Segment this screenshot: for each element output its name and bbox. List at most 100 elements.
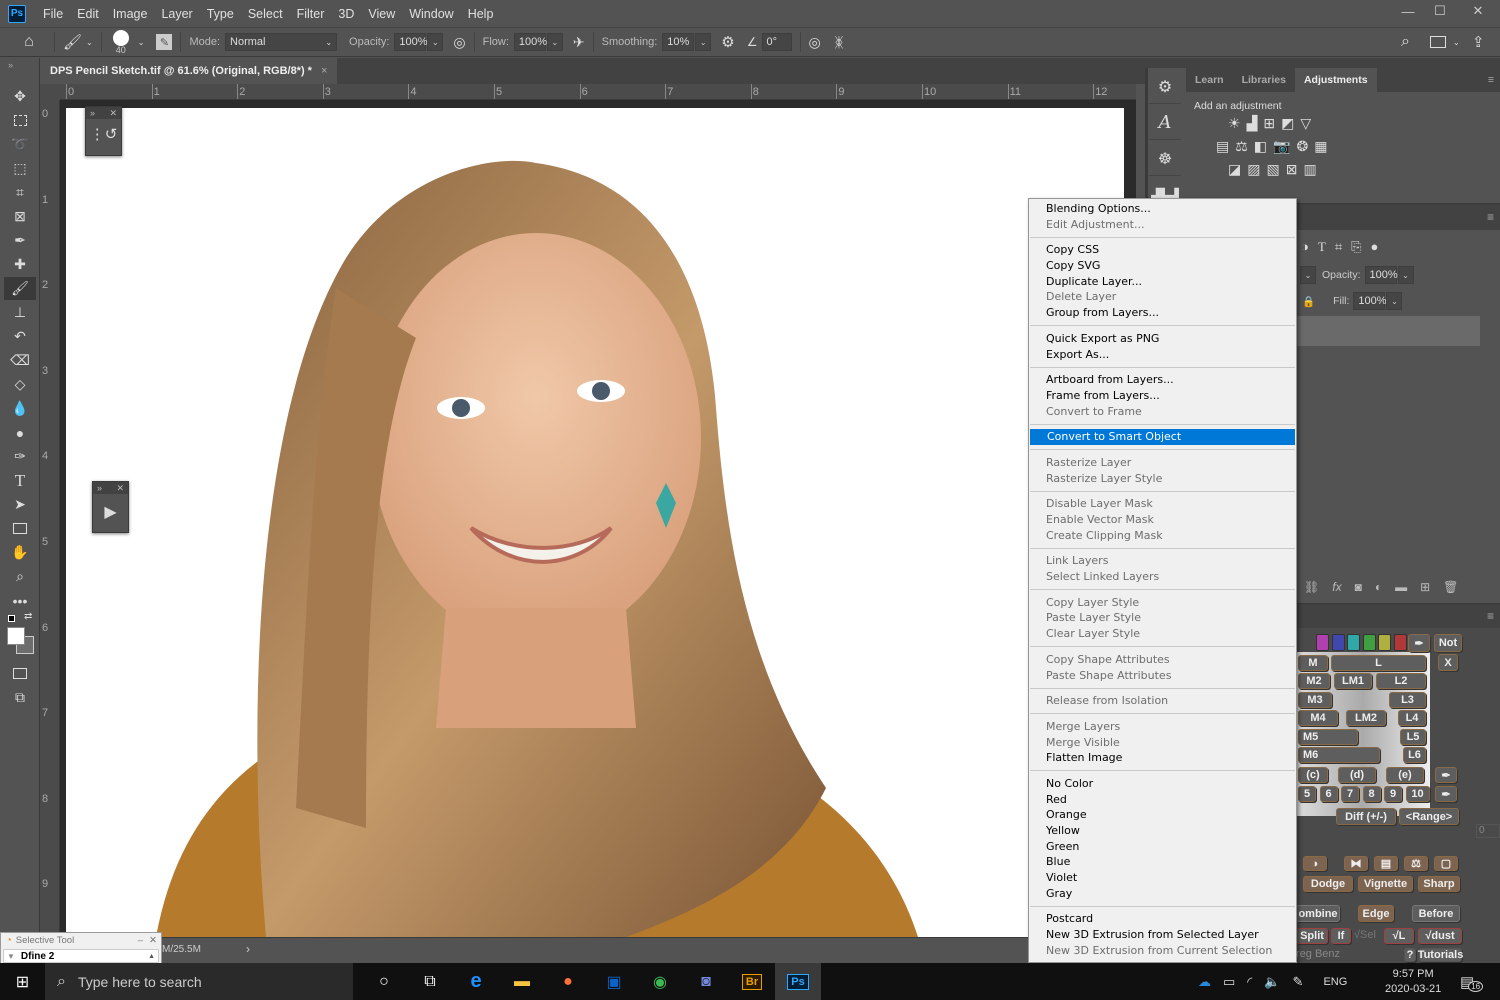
eraser-tool-icon[interactable]: ⌫ bbox=[4, 349, 36, 372]
mask-m6-button[interactable]: M6 bbox=[1298, 747, 1380, 763]
blur-tool-icon[interactable]: 💧 bbox=[4, 397, 36, 420]
healing-brush-tool-icon[interactable]: ✚ bbox=[4, 253, 36, 276]
panel-menu-icon[interactable]: ≡ bbox=[1487, 609, 1494, 623]
eyedropper-tool-icon[interactable]: ✒ bbox=[4, 229, 36, 252]
context-menu-item[interactable]: Group from Layers... bbox=[1029, 305, 1296, 321]
vignette-action-icon[interactable]: ⧓ bbox=[1344, 856, 1368, 871]
smoothing-options-gear-icon[interactable]: ⚙ bbox=[721, 33, 734, 51]
tutorials-button[interactable]: Tutorials bbox=[1418, 948, 1463, 962]
brush-tool-icon[interactable]: 🖌 bbox=[4, 277, 36, 300]
zone-eyedropper-button[interactable]: ✒ bbox=[1435, 786, 1457, 802]
move-tool-icon[interactable]: ✥ bbox=[4, 85, 36, 108]
default-colors-icon[interactable] bbox=[8, 615, 15, 622]
mask-l2-button[interactable]: L2 bbox=[1376, 673, 1426, 689]
expand-panel-icon[interactable]: » bbox=[90, 107, 95, 119]
smoothing-dropdown[interactable]: ⌄ bbox=[695, 33, 712, 51]
quick-selection-tool-icon[interactable]: ⬚ bbox=[4, 157, 36, 180]
expand-triangle-icon[interactable]: ▼ bbox=[7, 952, 15, 961]
outlook-icon[interactable]: ▣ bbox=[591, 963, 637, 1000]
menu-file[interactable]: File bbox=[36, 7, 70, 21]
context-menu-item[interactable]: New 3D Extrusion from Selected Layer bbox=[1029, 927, 1296, 943]
mask-m3-button[interactable]: M3 bbox=[1298, 692, 1332, 708]
frame-action-icon[interactable]: ▢ bbox=[1434, 856, 1458, 871]
combine-button[interactable]: ombine bbox=[1296, 905, 1340, 922]
pen-icon[interactable]: ✎ bbox=[1293, 974, 1304, 990]
type-tool-icon[interactable]: T bbox=[4, 469, 36, 492]
color-swatch-button[interactable] bbox=[1393, 634, 1407, 651]
vignette-button[interactable]: Vignette bbox=[1358, 876, 1413, 892]
paint-bucket-tool-icon[interactable]: ◇ bbox=[4, 373, 36, 396]
document-tab[interactable]: DPS Pencil Sketch.tif @ 61.6% (Original,… bbox=[40, 58, 338, 84]
mask-eyedropper-button[interactable]: ✒ bbox=[1435, 767, 1457, 783]
mask-m-button[interactable]: M bbox=[1298, 655, 1328, 671]
wifi-icon[interactable]: ◜ bbox=[1247, 974, 1252, 990]
sel-toggle[interactable]: √Sel bbox=[1354, 929, 1376, 941]
hand-tool-icon[interactable]: ✋ bbox=[4, 541, 36, 564]
vibrance-icon[interactable]: ▽ bbox=[1300, 115, 1311, 132]
file-explorer-icon[interactable]: ▬ bbox=[499, 963, 545, 1000]
x-button[interactable]: X bbox=[1438, 654, 1458, 671]
menu-filter[interactable]: Filter bbox=[290, 7, 332, 21]
dodge-tool-icon[interactable]: ● bbox=[4, 421, 36, 444]
mode-select[interactable]: Normal ⌄ bbox=[225, 33, 338, 51]
range-value[interactable]: 0 bbox=[1476, 824, 1500, 838]
dfine-item[interactable]: Dfine 2 bbox=[21, 951, 54, 962]
menu-type[interactable]: Type bbox=[200, 7, 241, 21]
close-window-button[interactable]: ✕ bbox=[1456, 0, 1500, 22]
panel-menu-icon[interactable]: ≡ bbox=[1488, 68, 1494, 92]
zone-button[interactable]: 7 bbox=[1341, 786, 1359, 802]
photoshop-taskbar-icon[interactable]: Ps bbox=[775, 963, 821, 1000]
context-menu-item[interactable]: Quick Export as PNG bbox=[1029, 331, 1296, 347]
layer-opacity-input[interactable]: 100% bbox=[1364, 266, 1398, 284]
firefox-icon[interactable]: ● bbox=[545, 963, 591, 1000]
task-view-icon[interactable]: ⧉ bbox=[407, 963, 453, 1000]
brush-size-picker[interactable]: 40 bbox=[110, 29, 132, 55]
new-layer-icon[interactable]: ⊞ bbox=[1420, 580, 1430, 594]
context-menu-item[interactable]: Flatten Image bbox=[1029, 750, 1296, 766]
path-selection-tool-icon[interactable]: ➤ bbox=[4, 493, 36, 516]
chevron-down-icon[interactable]: ⌄ bbox=[86, 38, 93, 47]
scroll-up-icon[interactable]: ▲ bbox=[148, 953, 155, 960]
zoom-tool-icon[interactable]: ⌕ bbox=[4, 565, 36, 588]
filter-smart-object-icon[interactable]: ⎘ bbox=[1351, 239, 1361, 255]
color-lookup-icon[interactable]: ▦ bbox=[1314, 138, 1327, 155]
photo-filter-icon[interactable]: 📷 bbox=[1273, 138, 1290, 155]
discord-icon[interactable]: ◙ bbox=[683, 963, 729, 1000]
home-icon[interactable]: ⌂ bbox=[12, 33, 46, 51]
close-panel-icon[interactable]: ✕ bbox=[109, 107, 117, 119]
threshold-icon[interactable]: ▧ bbox=[1266, 161, 1279, 178]
mask-m2-button[interactable]: M2 bbox=[1298, 673, 1330, 689]
mask-lm1-button[interactable]: LM1 bbox=[1334, 673, 1372, 689]
close-tab-icon[interactable]: × bbox=[321, 65, 327, 77]
not-button[interactable]: Not bbox=[1434, 634, 1462, 652]
selective-color-icon[interactable]: ⊠ bbox=[1286, 161, 1298, 178]
status-menu-arrow[interactable]: › bbox=[246, 942, 250, 956]
bridge-icon[interactable]: Br bbox=[729, 963, 775, 1000]
share-icon[interactable]: ⇪ bbox=[1472, 33, 1485, 51]
channel-mixer-icon[interactable]: ❂ bbox=[1296, 138, 1308, 155]
brightness-action-icon[interactable]: ◑ bbox=[1303, 856, 1327, 871]
context-menu-item[interactable]: Red bbox=[1029, 792, 1296, 808]
context-menu-item[interactable]: Export As... bbox=[1029, 347, 1296, 363]
tab-learn[interactable]: Learn bbox=[1186, 68, 1233, 92]
menu-select[interactable]: Select bbox=[241, 7, 290, 21]
balance-action-icon[interactable]: ⚖ bbox=[1404, 856, 1428, 871]
filter-type-icon[interactable]: T bbox=[1318, 239, 1326, 255]
filter-adjustment-icon[interactable]: ◑ bbox=[1301, 239, 1309, 255]
maximize-button[interactable]: ☐ bbox=[1424, 0, 1456, 22]
mask-c-button[interactable]: (c) bbox=[1298, 767, 1328, 783]
menu-3d[interactable]: 3D bbox=[331, 7, 361, 21]
layer-opacity-dropdown[interactable]: ⌄ bbox=[1397, 266, 1414, 284]
notification-center[interactable]: ▤ 16 bbox=[1460, 963, 1484, 1000]
history-brush-tool-icon[interactable]: ↶ bbox=[4, 325, 36, 348]
close-panel-icon[interactable]: ✕ bbox=[149, 935, 157, 946]
sharp-button[interactable]: Sharp bbox=[1418, 876, 1460, 892]
zone-button[interactable]: 6 bbox=[1319, 786, 1338, 802]
chrome-icon[interactable]: ◉ bbox=[637, 963, 683, 1000]
play-icon[interactable]: ▶ bbox=[93, 494, 128, 522]
panel-menu-icon[interactable]: ≡ bbox=[1487, 210, 1494, 224]
properties-panel-icon[interactable]: ⚙ bbox=[1149, 70, 1181, 104]
brush-preset-icon[interactable]: 🖌 bbox=[63, 33, 82, 51]
rectangle-tool-icon[interactable] bbox=[4, 517, 36, 540]
volume-icon[interactable]: 🔈 bbox=[1264, 974, 1280, 990]
